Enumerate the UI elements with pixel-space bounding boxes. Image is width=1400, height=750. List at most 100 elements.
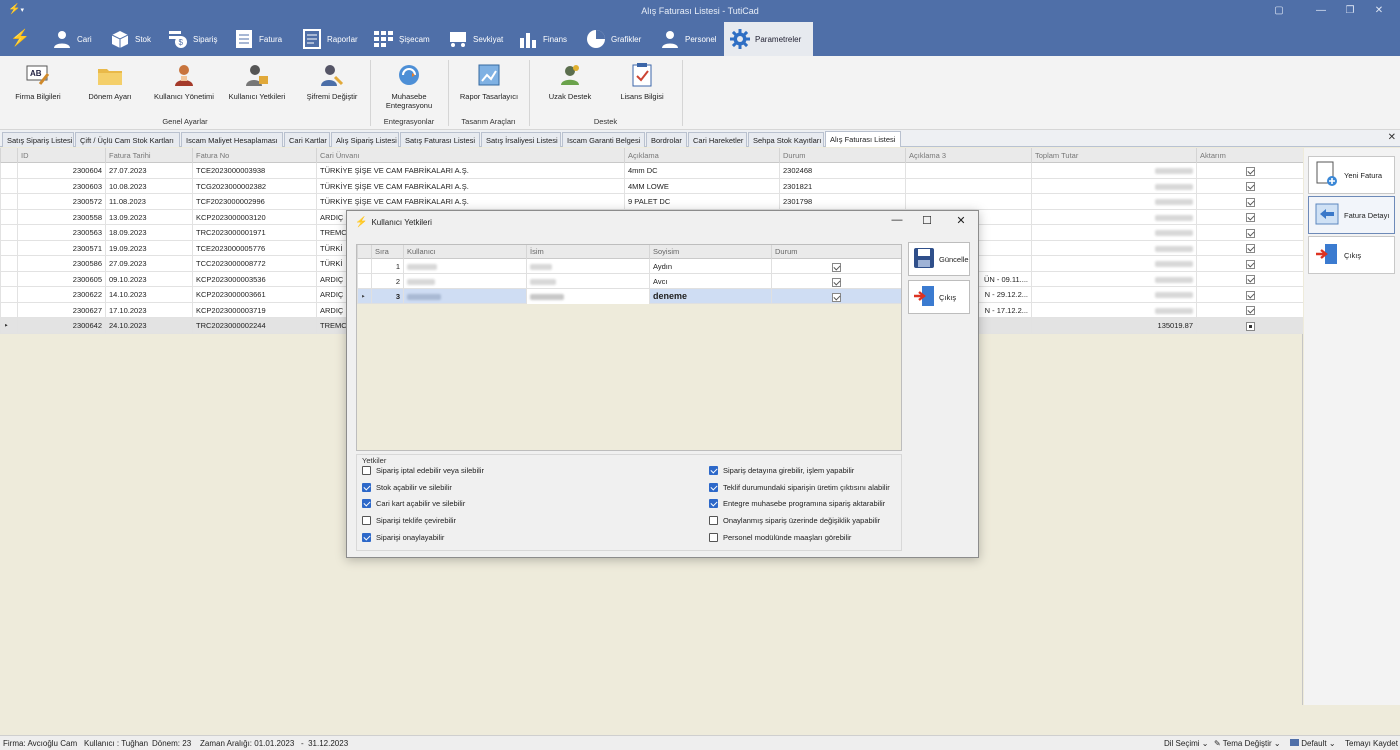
col-fatura-tarihi[interactable]: Fatura Tarihi <box>105 148 192 163</box>
menu-stok[interactable]: Stok <box>104 25 156 53</box>
kullanici-yetkileri-button[interactable]: Kullanıcı Yetkileri <box>225 62 289 101</box>
menu-siparis[interactable]: $ Sipariş <box>162 25 222 53</box>
table-row-selected[interactable]: ‣ 3 deneme <box>357 289 901 304</box>
restore-small-icon[interactable]: ▢ <box>1272 4 1286 18</box>
permission-checkbox[interactable]: Sipariş detayına girebilir, işlem yapabi… <box>709 466 854 475</box>
guncelle-button[interactable]: Güncelle <box>908 242 970 276</box>
col-aciklama-3[interactable]: Açıklama 3 <box>905 148 1031 163</box>
permission-checkbox[interactable]: Cari kart açabilir ve silebilir <box>362 499 465 509</box>
tab-cari-hareketler[interactable]: Cari Hareketler <box>688 132 747 147</box>
dil-secimi-dropdown[interactable]: Dil Seçimi ⌄ <box>1164 739 1209 748</box>
cell-aktarim[interactable] <box>1196 240 1303 256</box>
checkbox-icon[interactable] <box>362 516 371 526</box>
cell-aktarim[interactable] <box>1196 318 1303 333</box>
cell-aktarim[interactable] <box>1196 302 1303 318</box>
checkbox-icon[interactable] <box>709 482 718 492</box>
tab-satis-faturasi-listesi[interactable]: Satış Faturası Listesi <box>400 132 480 147</box>
col-cari-unvani[interactable]: Cari Ünvanı <box>316 148 624 163</box>
tab-bordrolar[interactable]: Bordrolar <box>646 132 687 147</box>
close-tab-icon[interactable]: ✕ <box>1388 132 1396 143</box>
tab-satis-siparis-listesi[interactable]: Satış Sipariş Listesi <box>2 132 74 147</box>
tab-sehpa-stok-kayitlari[interactable]: Sehpa Stok Kayıtları <box>748 132 824 147</box>
checkbox-icon[interactable] <box>709 466 718 475</box>
dialog-close-button[interactable]: ✕ <box>951 214 971 230</box>
col-sira[interactable]: Sıra <box>371 245 403 259</box>
tab-cift-uclu-cam[interactable]: Çift / Üçlü Cam Stok Kartları <box>75 132 180 147</box>
yeni-fatura-button[interactable]: Yeni Fatura <box>1308 156 1395 194</box>
checkbox-icon[interactable] <box>709 516 718 526</box>
checkbox-icon[interactable] <box>362 499 371 509</box>
menu-cari[interactable]: Cari <box>46 25 97 53</box>
tema-degistir-dropdown[interactable]: ✎ Tema Değiştir ⌄ <box>1214 739 1281 748</box>
cell-aktarim[interactable] <box>1196 271 1303 287</box>
rapor-tasarlayici-button[interactable]: Rapor Tasarlayıcı <box>456 62 522 101</box>
default-theme-dropdown[interactable]: Default ⌄ <box>1290 739 1336 748</box>
col-soyisim[interactable]: Soyisim <box>649 245 771 259</box>
maximize-button[interactable]: ❐ <box>1343 4 1357 18</box>
menu-personel[interactable]: Personel <box>654 25 722 53</box>
menu-sisecam[interactable]: Şişecam <box>368 25 435 53</box>
menu-sevkiyat[interactable]: Sevkiyat <box>442 25 508 53</box>
checkbox-icon[interactable] <box>362 532 371 542</box>
menu-raporlar[interactable]: Raporlar <box>296 25 363 53</box>
tema-kaydet-button[interactable]: Temayı Kaydet <box>1345 739 1398 748</box>
table-row[interactable]: 2 Avcı <box>357 274 901 289</box>
kullanici-yonetimi-button[interactable]: Kullanıcı Yönetimi <box>152 62 216 101</box>
menu-parametreler[interactable]: Parametreler <box>724 22 813 56</box>
tab-cari-kartlar[interactable]: Cari Kartlar <box>284 132 330 147</box>
dialog-cikis-button[interactable]: Çıkış <box>908 280 970 314</box>
cell-aktarim[interactable] <box>1196 163 1303 178</box>
donem-ayari-button[interactable]: Dönem Ayarı <box>84 62 136 101</box>
permission-checkbox[interactable]: Stok açabilir ve silebilir <box>362 482 452 492</box>
checkbox-icon[interactable] <box>362 466 371 475</box>
muhasebe-entegrasyonu-button[interactable]: Muhasebe Entegrasyonu <box>378 62 440 110</box>
minimize-button[interactable]: — <box>1314 4 1328 18</box>
tab-iscam-garanti-belgesi[interactable]: Iscam Garanti Belgesi <box>562 132 645 147</box>
cell-aktarim[interactable] <box>1196 194 1303 209</box>
checkbox-icon[interactable] <box>362 482 371 492</box>
cell-aktarim[interactable] <box>1196 225 1303 240</box>
dialog-maximize-button[interactable]: ☐ <box>917 214 937 230</box>
permission-checkbox[interactable]: Siparişi teklife çevirebilir <box>362 516 456 526</box>
menu-grafikler[interactable]: Grafikler <box>580 25 646 53</box>
col-id[interactable]: ID <box>17 148 105 163</box>
col-aciklama[interactable]: Açıklama <box>624 148 779 163</box>
lisans-bilgisi-button[interactable]: Lisans Bilgisi <box>612 62 672 101</box>
col-durum[interactable]: Durum <box>779 148 905 163</box>
col-kullanici[interactable]: Kullanıcı <box>403 245 526 259</box>
dialog-minimize-button[interactable]: — <box>887 214 907 230</box>
tab-satis-irsaliyesi-listesi[interactable]: Satış İrsaliyesi Listesi <box>481 132 561 147</box>
menu-fatura[interactable]: Fatura <box>228 25 287 53</box>
col-aktarim[interactable]: Aktarım <box>1196 148 1303 163</box>
col-fatura-no[interactable]: Fatura No <box>192 148 316 163</box>
permission-checkbox[interactable]: Entegre muhasebe programına sipariş akta… <box>709 499 885 509</box>
uzak-destek-button[interactable]: Uzak Destek <box>540 62 600 101</box>
table-row[interactable]: 2300603 10.08.2023 TCG2023000002382 TÜRKİYE… <box>0 178 1303 194</box>
checkbox-icon[interactable] <box>709 499 718 509</box>
checkbox-icon[interactable] <box>709 532 718 542</box>
permission-checkbox[interactable]: Siparişi onaylayabilir <box>362 532 444 542</box>
table-row[interactable]: 2300604 27.07.2023 TCE2023000003938 TÜRKİYE… <box>0 163 1303 179</box>
sifremi-degistir-button[interactable]: Şifremi Değiştir <box>302 62 362 101</box>
cell-aktarim[interactable] <box>1196 209 1303 225</box>
table-row[interactable]: 1 Aydın <box>357 259 901 274</box>
col-isim[interactable]: İsim <box>526 245 649 259</box>
table-row[interactable]: 2300572 11.08.2023 TCF2023000002996 TÜRKİYE… <box>0 194 1303 210</box>
col-durum[interactable]: Durum <box>771 245 901 259</box>
permission-checkbox[interactable]: Onaylanmış sipariş üzerinde değişiklik y… <box>709 516 880 526</box>
menu-finans[interactable]: Finans <box>512 25 572 53</box>
firma-bilgileri-button[interactable]: AB Firma Bilgileri <box>12 62 64 101</box>
tab-alis-siparis-listesi[interactable]: Alış Sipariş Listesi <box>331 132 399 147</box>
permission-checkbox[interactable]: Personel modülünde maaşları görebilir <box>709 532 851 542</box>
close-button[interactable]: ✕ <box>1372 4 1386 18</box>
permission-checkbox[interactable]: Sipariş iptal edebilir veya silebilir <box>362 466 484 475</box>
cell-aktarim[interactable] <box>1196 256 1303 271</box>
tab-alis-faturasi-listesi[interactable]: Alış Faturası Listesi <box>825 131 901 147</box>
cell-aktarim[interactable] <box>1196 178 1303 194</box>
home-icon[interactable]: ⚡ <box>10 28 30 48</box>
fatura-detayi-button[interactable]: Fatura Detayı <box>1308 196 1395 234</box>
cikis-button[interactable]: Çıkış <box>1308 236 1395 274</box>
permission-checkbox[interactable]: Teklif durumundaki siparişin üretim çıkt… <box>709 482 890 492</box>
tab-iscam-maliyet[interactable]: Iscam Maliyet Hesaplaması <box>181 132 283 147</box>
cell-aktarim[interactable] <box>1196 287 1303 302</box>
